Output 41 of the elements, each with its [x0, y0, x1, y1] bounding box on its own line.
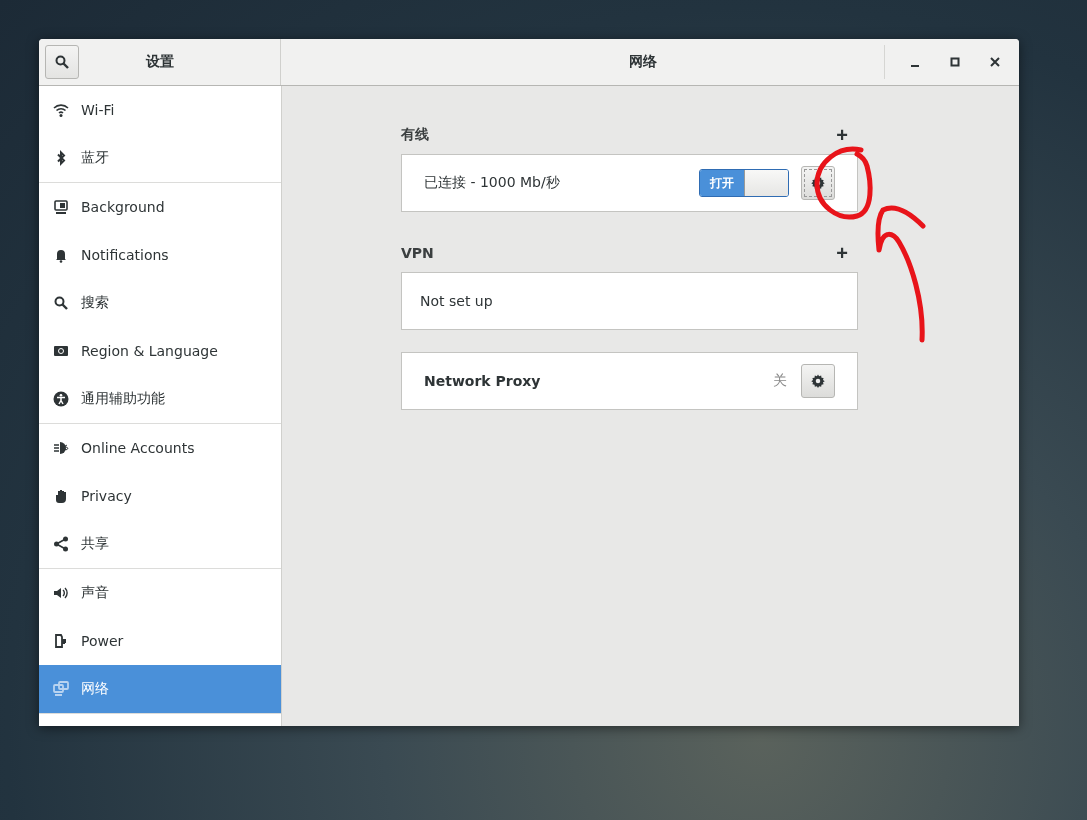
settings-button[interactable] — [801, 364, 835, 398]
sidebar-item[interactable]: 蓝牙 — [39, 134, 281, 182]
section-heading: 有线 — [401, 126, 429, 144]
sidebar-item[interactable]: Region & Language — [39, 327, 281, 375]
flag-icon — [53, 343, 69, 359]
sidebar-item[interactable]: Online Accounts — [39, 424, 281, 472]
sidebar-item[interactable]: 通用辅助功能 — [39, 375, 281, 423]
search-icon — [53, 295, 69, 311]
monitor-icon — [53, 199, 69, 215]
sidebar-item[interactable]: Notifications — [39, 231, 281, 279]
proxy-state: 关 — [773, 372, 787, 390]
search-icon — [55, 55, 69, 69]
maximize-icon — [950, 57, 960, 67]
empty-status: Not set up — [420, 293, 493, 309]
share-icon — [53, 536, 69, 552]
computers-icon — [53, 681, 69, 697]
sidebar-item[interactable]: Privacy — [39, 472, 281, 520]
hand-icon — [53, 488, 69, 504]
minimize-icon — [911, 65, 919, 67]
proxy-label: Network Proxy — [424, 373, 541, 389]
plug-icon — [53, 440, 69, 456]
add-button[interactable]: + — [836, 125, 858, 145]
sidebar-item[interactable]: 共享 — [39, 520, 281, 568]
wifi-icon — [53, 102, 69, 118]
sidebar-item[interactable]: 声音 — [39, 569, 281, 617]
sidebar-item[interactable]: 搜索 — [39, 279, 281, 327]
search-button[interactable] — [45, 45, 79, 79]
sidebar-item[interactable]: Background — [39, 183, 281, 231]
settings-icon — [811, 176, 825, 190]
person-icon — [53, 391, 69, 407]
add-button[interactable]: + — [836, 243, 858, 263]
settings-icon — [811, 374, 825, 388]
section-heading: VPN — [401, 245, 434, 261]
close-icon — [990, 57, 1000, 67]
speaker-icon — [53, 585, 69, 601]
sidebar-title: 设置 — [144, 53, 175, 71]
battery-plug-icon — [53, 633, 69, 649]
sidebar-item[interactable]: Wi-Fi — [39, 86, 281, 134]
window-title: 网络 — [627, 53, 658, 71]
sidebar-item[interactable]: Power — [39, 617, 281, 665]
connection-status: 已连接 - 1000 Mb/秒 — [424, 174, 560, 192]
